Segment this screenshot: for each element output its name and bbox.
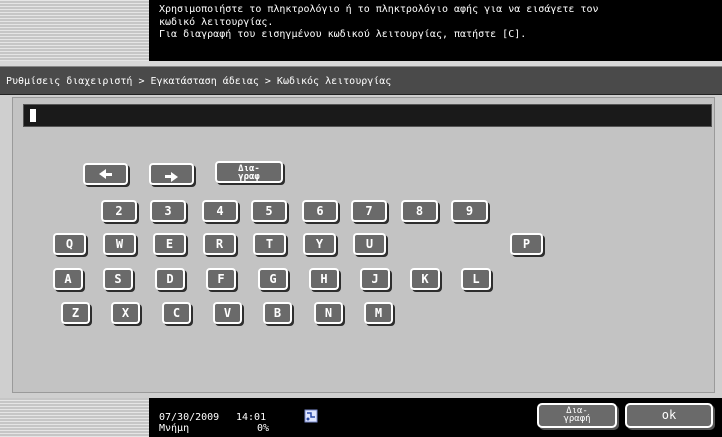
memory-value: 0% bbox=[257, 423, 270, 434]
delete-button[interactable]: Δια- γραφή bbox=[537, 403, 617, 428]
status-time: 14:01 bbox=[236, 412, 267, 423]
key-x[interactable]: X bbox=[111, 302, 140, 324]
keyboard-panel: Δια- γραφ 2 3 4 5 6 7 8 9 Q W E R T Y U … bbox=[12, 97, 715, 393]
text-cursor bbox=[30, 109, 36, 122]
key-z[interactable]: Z bbox=[61, 302, 90, 324]
key-7[interactable]: 7 bbox=[351, 200, 387, 222]
right-arrow-icon bbox=[165, 168, 178, 186]
key-n[interactable]: N bbox=[314, 302, 343, 324]
key-p[interactable]: P bbox=[510, 233, 543, 255]
function-code-input[interactable] bbox=[23, 104, 712, 127]
key-c[interactable]: C bbox=[162, 302, 191, 324]
key-4[interactable]: 4 bbox=[202, 200, 238, 222]
key-k[interactable]: K bbox=[410, 268, 440, 290]
key-2[interactable]: 2 bbox=[101, 200, 137, 222]
memory-label: Μνήμη bbox=[159, 423, 190, 434]
key-r[interactable]: R bbox=[203, 233, 236, 255]
key-b[interactable]: B bbox=[263, 302, 292, 324]
ok-button[interactable]: ok bbox=[625, 403, 713, 428]
key-9[interactable]: 9 bbox=[451, 200, 488, 222]
key-d[interactable]: D bbox=[155, 268, 185, 290]
key-w[interactable]: W bbox=[103, 233, 136, 255]
instruction-message: Χρησιμοποιήστε το πληκτρολόγιο ή το πληκ… bbox=[149, 0, 722, 61]
header-left-decoration bbox=[0, 0, 149, 61]
key-e[interactable]: E bbox=[153, 233, 186, 255]
instruction-line-3: Για διαγραφή του εισηγμένου κωδικού λειτ… bbox=[159, 29, 527, 40]
footer-left-decoration bbox=[0, 398, 149, 437]
network-status-icon bbox=[304, 409, 318, 423]
breadcrumb: Ρυθμίσεις διαχειριστή > Εγκατάσταση άδει… bbox=[0, 66, 722, 95]
key-g[interactable]: G bbox=[258, 268, 288, 290]
key-v[interactable]: V bbox=[213, 302, 242, 324]
key-3[interactable]: 3 bbox=[150, 200, 186, 222]
key-s[interactable]: S bbox=[103, 268, 133, 290]
key-6[interactable]: 6 bbox=[302, 200, 338, 222]
status-bar: 07/30/2009 14:01 Μνήμη 0% Δια- γραφή ok bbox=[149, 398, 722, 437]
key-j[interactable]: J bbox=[360, 268, 390, 290]
key-m[interactable]: M bbox=[364, 302, 393, 324]
key-q[interactable]: Q bbox=[53, 233, 86, 255]
key-h[interactable]: H bbox=[309, 268, 339, 290]
key-8[interactable]: 8 bbox=[401, 200, 438, 222]
delete-key-button[interactable]: Δια- γραφ bbox=[215, 161, 283, 183]
key-y[interactable]: Y bbox=[303, 233, 336, 255]
key-u[interactable]: U bbox=[353, 233, 386, 255]
cursor-right-button[interactable] bbox=[149, 163, 194, 185]
key-5[interactable]: 5 bbox=[251, 200, 287, 222]
delete-button-label-2: γραφή bbox=[563, 414, 591, 424]
status-date: 07/30/2009 bbox=[159, 412, 220, 423]
key-t[interactable]: T bbox=[253, 233, 286, 255]
key-a[interactable]: A bbox=[53, 268, 83, 290]
left-arrow-icon bbox=[99, 165, 112, 183]
key-l[interactable]: L bbox=[461, 268, 491, 290]
cursor-left-button[interactable] bbox=[83, 163, 128, 185]
delete-key-label-2: γραφ bbox=[238, 172, 260, 182]
instruction-line-1: Χρησιμοποιήστε το πληκτρολόγιο ή το πληκ… bbox=[159, 4, 599, 15]
instruction-line-2: κωδικό λειτουργίας. bbox=[159, 16, 274, 28]
key-f[interactable]: F bbox=[206, 268, 236, 290]
